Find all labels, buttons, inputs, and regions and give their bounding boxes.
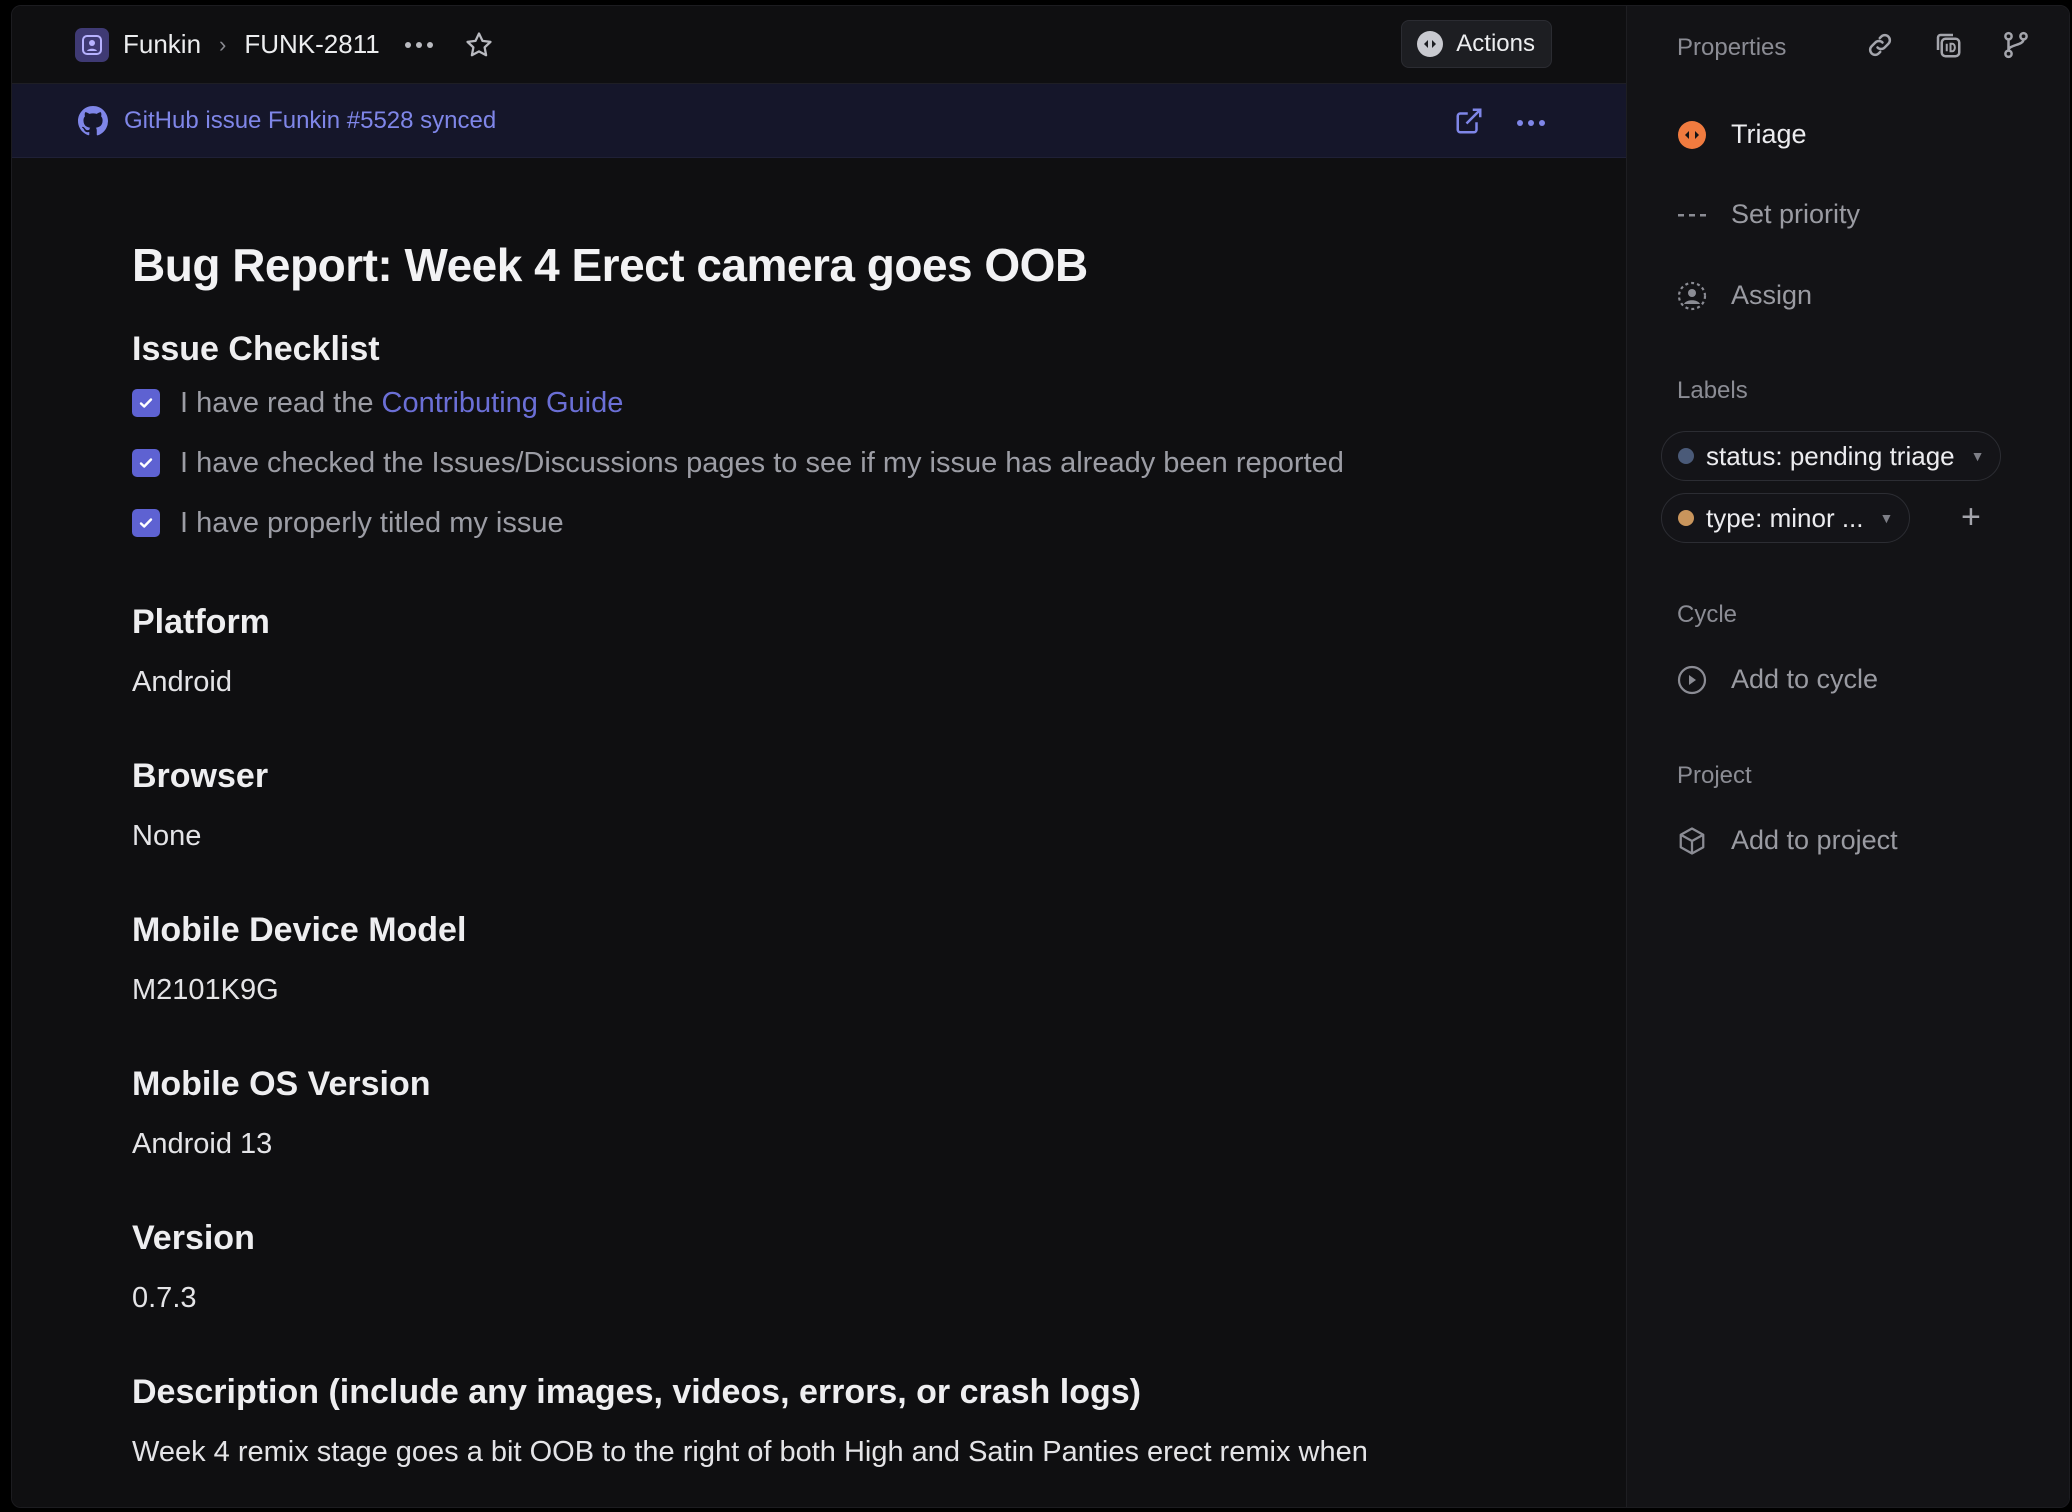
label-chip-type[interactable]: type: minor ... ▼ (1661, 493, 1911, 543)
field-value-browser: None (132, 820, 202, 852)
checklist-heading: Issue Checklist (132, 330, 380, 368)
checklist-item-text: I have checked the Issues/Discussions pa… (180, 446, 1344, 479)
actions-icon (1417, 31, 1444, 57)
project-title: Project (1677, 762, 1752, 789)
add-to-cycle-label: Add to cycle (1731, 664, 1879, 694)
project-cube-icon (1679, 826, 1705, 855)
cycle-icon (1677, 665, 1707, 694)
chevron-down-icon: ▼ (1879, 510, 1894, 526)
field-value-device-model: M2101K9G (132, 974, 279, 1006)
field-heading-platform: Platform (132, 603, 270, 641)
priority-property[interactable]: Set priority (1677, 199, 1860, 230)
copy-id-icon[interactable] (1933, 30, 1963, 65)
actions-button[interactable]: Actions (1401, 20, 1552, 68)
field-value-version: 0.7.3 (132, 1282, 197, 1314)
label-color-dot (1678, 448, 1694, 464)
description-heading: Description (include any images, videos,… (132, 1373, 1141, 1411)
no-priority-icon (1678, 213, 1706, 216)
assignee-property[interactable]: Assign (1677, 280, 1812, 311)
breadcrumb-chevron-icon: › (219, 31, 227, 57)
field-value-os-version: Android 13 (132, 1128, 273, 1160)
status-label: Triage (1731, 119, 1807, 149)
label-chip-status[interactable]: status: pending triage ▼ (1661, 431, 2002, 481)
issue-content: Bug Report: Week 4 Erect camera goes OOB… (132, 238, 1572, 1469)
labels-title: Labels (1677, 377, 1748, 404)
issue-title[interactable]: Bug Report: Week 4 Erect camera goes OOB (132, 238, 1572, 292)
field-value-platform: Android (132, 666, 232, 698)
actions-label: Actions (1456, 30, 1535, 57)
properties-header: Properties (1677, 34, 1787, 61)
label-text: status: pending triage (1706, 440, 1955, 471)
github-icon (78, 105, 108, 135)
field-heading-version: Version (132, 1219, 255, 1257)
app-window: Funkin › FUNK-2811 Actions GitHub issue … (11, 5, 2070, 1508)
checklist-item-text: I have properly titled my issue (180, 506, 564, 539)
breadcrumb-team[interactable]: Funkin (123, 29, 201, 60)
open-external-icon[interactable] (1454, 106, 1484, 141)
contributing-guide-link[interactable]: Contributing Guide (382, 387, 624, 419)
field-heading-browser: Browser (132, 757, 269, 795)
git-branch-icon[interactable] (2001, 30, 2031, 65)
checkbox-checked-icon[interactable] (132, 449, 160, 477)
priority-label: Set priority (1731, 199, 1861, 229)
status-property[interactable]: Triage (1677, 119, 1807, 150)
sync-status-text[interactable]: GitHub issue Funkin #5528 synced (124, 107, 496, 135)
cycle-title: Cycle (1677, 601, 1738, 628)
checklist-item: I have checked the Issues/Discussions pa… (132, 433, 1572, 493)
field-heading-device-model: Mobile Device Model (132, 911, 467, 949)
triage-icon (1678, 120, 1706, 149)
top-bar: Funkin › FUNK-2811 Actions (12, 6, 1626, 84)
checklist-item-text: I have read the (180, 386, 382, 419)
checklist-item: I have read the Contributing Guide (132, 373, 1572, 433)
properties-sidebar: Properties Triage Set priority Assign La… (1626, 6, 2069, 1507)
more-options-icon[interactable] (404, 40, 434, 50)
breadcrumb-issue-id[interactable]: FUNK-2811 (244, 29, 379, 60)
issue-main-panel: Funkin › FUNK-2811 Actions GitHub issue … (12, 6, 1626, 1507)
checklist: I have read the Contributing Guide I hav… (132, 373, 1572, 553)
favorite-star-icon[interactable] (464, 30, 494, 60)
checklist-item: I have properly titled my issue (132, 493, 1572, 553)
add-to-project-property[interactable]: Add to project (1677, 825, 1898, 856)
add-to-project-label: Add to project (1731, 825, 1898, 855)
field-heading-os-version: Mobile OS Version (132, 1065, 431, 1103)
add-label-plus-icon[interactable]: + (1961, 498, 1981, 537)
description-text[interactable]: Week 4 remix stage goes a bit OOB to the… (132, 1436, 1572, 1469)
checkbox-checked-icon[interactable] (132, 389, 160, 417)
github-sync-banner: GitHub issue Funkin #5528 synced (12, 84, 1626, 158)
copy-link-icon[interactable] (1865, 30, 1895, 65)
label-color-dot (1678, 510, 1694, 526)
add-to-cycle-property[interactable]: Add to cycle (1677, 664, 1878, 695)
label-text: type: minor ... (1706, 502, 1864, 533)
assignee-icon (1677, 281, 1707, 310)
team-icon[interactable] (75, 27, 109, 62)
chevron-down-icon: ▼ (1970, 448, 1985, 464)
checkbox-checked-icon[interactable] (132, 509, 160, 537)
assignee-label: Assign (1731, 280, 1813, 310)
sync-more-options-icon[interactable] (1516, 115, 1546, 133)
